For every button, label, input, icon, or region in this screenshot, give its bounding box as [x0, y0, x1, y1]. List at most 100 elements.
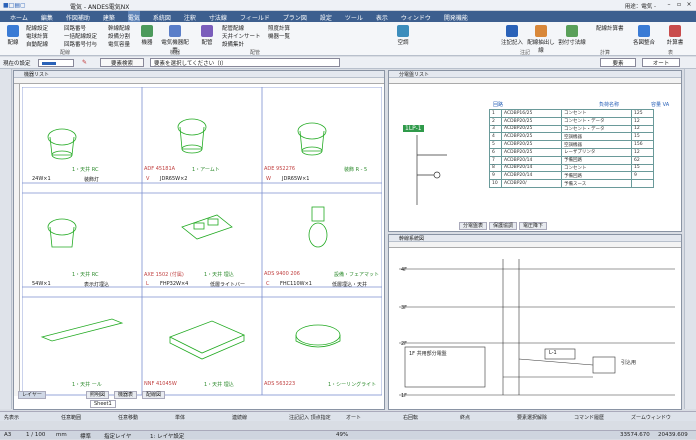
fkey-7[interactable]: オート — [346, 414, 361, 421]
tab-shoumei[interactable]: 照明図 — [86, 391, 110, 399]
fkey-9[interactable]: 終点 — [460, 414, 470, 421]
fkey-6[interactable]: 注記記入 頂点指定 — [289, 414, 331, 421]
fkey-2[interactable]: 任意範囲 — [61, 414, 81, 421]
table-cell: ACDBP20/25 — [501, 132, 562, 142]
element-combo[interactable]: 要素 — [600, 58, 636, 67]
ribbon-calc[interactable]: 計算書 — [662, 25, 688, 46]
ribbon-item-3[interactable]: 回路番号 — [64, 24, 86, 32]
pen-icon[interactable]: ✎ — [82, 59, 87, 66]
tab-bunden[interactable]: 分電盤表 — [459, 222, 488, 230]
ribbon-chuki[interactable]: 注記記入 — [500, 25, 524, 46]
ribbon-item-1[interactable]: 電球計算 — [26, 32, 48, 40]
table-row[interactable]: 3 ACDBP20/25 コンセント・データ 12 — [489, 124, 654, 134]
ribbon-item-8[interactable]: 電気容量 — [108, 40, 130, 48]
schedule-header: 負荷名称 — [599, 102, 620, 108]
schedule-table[interactable]: 1 ACDBP16/25 コンセント 125 2 ACDBP20/25 コンセント・データ 1… — [489, 109, 654, 188]
fixture-label: ADE 952276 — [264, 166, 296, 172]
ribbon-haisen[interactable]: 配線 — [2, 25, 24, 46]
menu-item-2[interactable]: 作図補助 — [66, 11, 90, 22]
menu-item-3[interactable]: 建築 — [103, 11, 115, 22]
menu-item-4[interactable]: 電気 — [127, 11, 140, 22]
fkey-5[interactable]: 連続線 — [232, 414, 247, 421]
table-row[interactable]: 9 ACDBP20/14 予備回路 9 — [489, 171, 654, 181]
ribbon-item-9[interactable]: 配管配線 — [222, 24, 244, 32]
ribbon-item-7[interactable]: 設備分割 — [108, 32, 130, 40]
drawing-window-fixtures[interactable]: 機器リスト 1・天井 RC ADF 45181A 1・アームト ADE 9522… — [13, 70, 385, 410]
function-key-bar[interactable]: 先表示 任意範囲 任意移動 単体 連続線 注記記入 頂点指定 オート 右回転 終点 要素選択解除 コ… — [0, 411, 696, 421]
tab-denatsu[interactable]: 電圧降下 — [519, 222, 548, 230]
fkey-11[interactable]: コマンド履歴 — [574, 414, 604, 421]
fkey-10[interactable]: 要素選択解除 — [517, 414, 547, 421]
usage-label[interactable]: 用途：電気 - — [625, 2, 656, 10]
ribbon-item-2[interactable]: 自動配線 — [26, 40, 48, 48]
menu-item-14[interactable]: 開発機能 — [444, 11, 468, 22]
menu-item-5[interactable]: 系統図 — [153, 11, 171, 22]
menu-item-7[interactable]: 寸法線 — [209, 11, 227, 22]
ribbon-item-12[interactable]: 照度計算 — [268, 24, 290, 32]
tab-layer[interactable]: レイヤー — [18, 391, 46, 399]
ribbon-sunpou[interactable]: 割付寸法線 — [558, 25, 586, 46]
minimize-icon[interactable]: – — [664, 1, 674, 9]
ribbon-item-6[interactable]: 幹線配線 — [108, 24, 130, 32]
menu-item-0[interactable]: ホーム — [10, 11, 28, 22]
fixture-spec: W — [266, 176, 271, 182]
fkey-8[interactable]: 右回転 — [403, 414, 418, 421]
table-row[interactable]: 6 ACDBP20/25 レーザプリンタ 12 — [489, 147, 654, 157]
fixture-grid[interactable] — [22, 87, 382, 397]
menu-item-10[interactable]: 設定 — [320, 11, 332, 22]
selection-hint[interactable]: 要素を選択してください（I） — [150, 58, 340, 67]
menu-item-9[interactable]: プラン図 — [283, 11, 307, 22]
close-icon[interactable]: × — [684, 1, 694, 9]
menu-item-6[interactable]: 注釈 — [184, 11, 196, 22]
table-row[interactable]: 4 ACDBP20/25 空調機器 15 — [489, 132, 654, 142]
ribbon-item-0[interactable]: 配線設定 — [26, 24, 48, 32]
menu-item-11[interactable]: ツール — [345, 11, 363, 22]
ribbon-keisansho[interactable]: 配線計算書 — [596, 24, 624, 32]
tab-haisenzu[interactable]: 配線図 — [142, 391, 166, 399]
tab-hogo[interactable]: 保護協調 — [489, 222, 518, 230]
ribbon-kuchou[interactable]: 空調 — [392, 25, 414, 46]
color-combo[interactable] — [38, 59, 74, 67]
ribbon-item-4[interactable]: 一括配線設定 — [64, 32, 97, 40]
table-row[interactable]: 2 ACDBP20/25 コンセント・データ 12 — [489, 116, 654, 126]
riser-diagram-window[interactable]: 幹線系統図 4F 3F 2F 1F 1F 共用部分電盤 L-1 引込用 — [388, 234, 682, 410]
ribbon-item-11[interactable]: 設備集計 — [222, 40, 244, 48]
table-row[interactable]: 10 ACDBP20/予備スース — [489, 179, 654, 188]
left-toolbar[interactable] — [0, 69, 12, 409]
table-row[interactable]: 1 ACDBP16/25 コンセント 125 — [489, 109, 654, 118]
menu-item-12[interactable]: 表示 — [376, 11, 388, 22]
table-cell: ACDBP20/14 — [501, 171, 562, 181]
right-toolbar[interactable] — [684, 69, 696, 409]
status-field-1[interactable]: 1 / 100 — [26, 432, 45, 438]
element-search-button[interactable]: 要素検索 — [100, 58, 144, 67]
ribbon-item-13[interactable]: 機器一覧 — [268, 32, 290, 40]
schedule-header: 回路 — [493, 102, 504, 108]
ribbon: 配線 配線設定 電球計算 自動配線 回路番号 一括配線設定 回路番号付与 幹線配… — [0, 22, 696, 56]
tab-kikihyou[interactable]: 機器表 — [114, 391, 138, 399]
maximize-icon[interactable]: ▫ — [674, 1, 684, 9]
ribbon-item-10[interactable]: 天井インサート — [222, 32, 261, 40]
riser-diagram[interactable] — [395, 249, 679, 407]
panel-schedule-window[interactable]: 分電盤リスト 1LP-1 負荷名称 容量 VA 回路 1 ACDBP16/25 コン… — [388, 70, 682, 232]
doc-title: 分電盤リスト — [389, 71, 681, 78]
table-row[interactable]: 7 ACDBP20/14 予備回路 62 — [489, 155, 654, 165]
menu-item-13[interactable]: ウィンドウ — [401, 11, 431, 22]
menu-item-1[interactable]: 編集 — [41, 11, 53, 22]
fkey-3[interactable]: 任意移動 — [118, 414, 138, 421]
menu-bar: ホーム 編集 作図補助 建築 電気 系統図 注釈 寸法線 フィールド プラン図 設定 ツール 表示 ウィン… — [0, 11, 696, 22]
status-field-0[interactable]: A3 — [4, 432, 11, 438]
status-field-6[interactable]: 49% — [336, 432, 348, 438]
ribbon-seigo[interactable]: 各図整合 — [630, 25, 658, 46]
ribbon-hikidashi[interactable]: 配線抽出し線 — [526, 25, 556, 54]
ribbon-haikan[interactable]: 配管 — [196, 25, 218, 46]
fkey-4[interactable]: 単体 — [175, 414, 185, 421]
table-row[interactable]: 8 ACDBP20/14 コンセント 15 — [489, 163, 654, 173]
tab-sheet1[interactable]: Sheet1 — [90, 400, 116, 408]
ribbon-kiki[interactable]: 機器 — [136, 25, 158, 46]
ribbon-item-5[interactable]: 回路番号付与 — [64, 40, 97, 48]
fkey-12[interactable]: ズームウィンドウ — [631, 414, 671, 421]
auto-combo[interactable]: オート — [642, 58, 680, 67]
menu-item-8[interactable]: フィールド — [240, 11, 270, 22]
fkey-1[interactable]: 先表示 — [4, 414, 19, 421]
table-row[interactable]: 5 ACDBP20/25 空調機器 156 — [489, 140, 654, 149]
